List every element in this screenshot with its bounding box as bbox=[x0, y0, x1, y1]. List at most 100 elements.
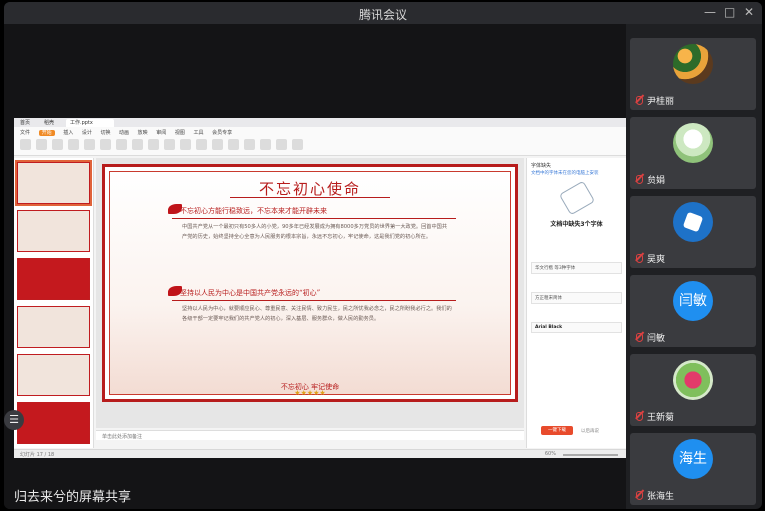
menu-slideshow[interactable]: 放映 bbox=[138, 130, 148, 136]
layout-icon[interactable] bbox=[100, 139, 111, 150]
participant-tile[interactable]: 尹桂丽 bbox=[630, 38, 756, 110]
shape-icon[interactable] bbox=[228, 139, 239, 150]
pen-icon bbox=[558, 180, 596, 216]
participant-tile[interactable]: 吴爽 bbox=[630, 196, 756, 268]
menu-icon[interactable]: ☰ bbox=[4, 410, 24, 430]
arrange-icon[interactable] bbox=[276, 139, 287, 150]
menu-animation[interactable]: 动画 bbox=[119, 130, 129, 136]
menu-view[interactable]: 视图 bbox=[175, 130, 185, 136]
align-left-icon[interactable] bbox=[180, 139, 191, 150]
align-right-icon[interactable] bbox=[212, 139, 223, 150]
participant-name-row: 王新菊 bbox=[636, 410, 674, 423]
underline-icon[interactable] bbox=[148, 139, 159, 150]
mic-muted-icon bbox=[636, 333, 643, 342]
find-icon[interactable] bbox=[292, 139, 303, 150]
maximize-icon[interactable]: □ bbox=[724, 5, 735, 19]
current-slide[interactable]: 不忘初心使命 不忘初心方能行稳致远，不忘本来才能开辟未来 中国共产党从一个最初只… bbox=[102, 164, 518, 402]
participant-name: 张海生 bbox=[647, 492, 675, 502]
close-icon[interactable]: ✕ bbox=[744, 5, 754, 19]
minimize-icon[interactable]: — bbox=[704, 5, 716, 19]
slide-heading: 不忘初心方能行稳致远，不忘本来才能开辟未来 bbox=[180, 207, 327, 215]
avatar: 闫敏 bbox=[673, 281, 713, 321]
participant-name: 吴爽 bbox=[647, 255, 666, 265]
screen-share-area: 首页 稻壳 工作.pptx 文件 开始 插入 设计 切换 动画 放映 审阅 视图… bbox=[4, 24, 626, 509]
zoom-level[interactable]: 60% bbox=[545, 451, 556, 457]
copy-icon[interactable] bbox=[52, 139, 63, 150]
slide-canvas: 不忘初心使命 不忘初心方能行稳致远，不忘本来才能开辟未来 中国共产党从一个最初只… bbox=[96, 158, 524, 428]
participant-name: 闫敏 bbox=[647, 334, 666, 344]
avatar bbox=[673, 44, 713, 84]
avatar bbox=[673, 360, 713, 400]
menu-tools[interactable]: 工具 bbox=[193, 130, 203, 136]
menu-design[interactable]: 设计 bbox=[82, 130, 92, 136]
menu-review[interactable]: 审阅 bbox=[156, 130, 166, 136]
paste-icon[interactable] bbox=[20, 139, 31, 150]
menu-insert[interactable]: 插入 bbox=[63, 130, 73, 136]
meeting-window: 腾讯会议 — □ ✕ 首页 稻壳 工作.pptx 文件 开始 插入 设计 切换 … bbox=[4, 2, 762, 509]
missing-fonts-count: 文档中缺失3个字体 bbox=[550, 221, 603, 228]
slide-heading: 坚持以人民为中心是中国共产党永远的“初心” bbox=[180, 289, 321, 297]
textbox-icon[interactable] bbox=[260, 139, 271, 150]
zoom-slider[interactable] bbox=[563, 454, 618, 456]
divider bbox=[230, 197, 390, 198]
menu-member[interactable]: 会员专享 bbox=[212, 130, 232, 136]
participant-tile[interactable]: 闫敏 闫敏 bbox=[630, 275, 756, 347]
wps-presentation-window: 首页 稻壳 工作.pptx 文件 开始 插入 设计 切换 动画 放映 审阅 视图… bbox=[14, 118, 626, 458]
share-caption: 归去来兮的屏幕共享 bbox=[14, 490, 132, 505]
slide-paragraph: 坚持以人民为中心，就要顺应民心、尊重民意、关注民情、致力民生，民之所忧我必念之，… bbox=[182, 306, 452, 322]
pane-subtitle: 文档中的字体未在您的电脑上安装 bbox=[531, 171, 599, 176]
participant-tile[interactable]: 贠娟 bbox=[630, 117, 756, 189]
font-card[interactable]: 方正粗宋简体 bbox=[531, 292, 622, 304]
slide-thumbnail-panel bbox=[14, 158, 94, 448]
mic-muted-icon bbox=[636, 412, 643, 421]
new-slide-icon[interactable] bbox=[84, 139, 95, 150]
menu-home[interactable]: 开始 bbox=[38, 130, 55, 136]
participant-tile[interactable]: 海生 张海生 bbox=[630, 433, 756, 505]
participant-tile[interactable]: 王新菊 bbox=[630, 354, 756, 426]
slide-title: 不忘初心使命 bbox=[258, 180, 361, 198]
avatar bbox=[673, 202, 713, 242]
tab-document[interactable]: 工作.pptx bbox=[66, 119, 114, 127]
download-fonts-button[interactable]: 一键下载 bbox=[541, 426, 573, 435]
window-title: 腾讯会议 bbox=[358, 8, 407, 22]
notes-field[interactable]: 单击此处添加备注 bbox=[96, 430, 524, 440]
participant-name: 贠娟 bbox=[647, 176, 666, 186]
font-card[interactable]: Arial Black bbox=[531, 322, 622, 333]
participant-name: 王新菊 bbox=[647, 413, 675, 423]
bold-icon[interactable] bbox=[116, 139, 127, 150]
tab-docer[interactable]: 稻壳 bbox=[40, 119, 58, 127]
align-center-icon[interactable] bbox=[196, 139, 207, 150]
slide-thumbnail[interactable] bbox=[17, 210, 90, 252]
font-missing-pane: 字体缺失 文档中的字体未在您的电脑上安装 文档中缺失3个字体 华文行楷 等3种字… bbox=[526, 158, 626, 448]
participant-name-row: 闫敏 bbox=[636, 331, 665, 344]
participant-name-row: 贠娟 bbox=[636, 173, 665, 186]
font-card[interactable]: 华文行楷 等3种字体 bbox=[531, 262, 622, 274]
participant-name-row: 张海生 bbox=[636, 489, 674, 502]
later-link[interactable]: 以后再说 bbox=[581, 428, 599, 434]
participant-list: 尹桂丽 贠娟 吴爽 闫敏 闫敏 王新菊 海生 张海生 bbox=[630, 38, 756, 509]
participant-name-row: 尹桂丽 bbox=[636, 94, 674, 107]
slide-thumbnail[interactable] bbox=[17, 306, 90, 348]
participant-name: 尹桂丽 bbox=[647, 97, 675, 107]
cut-icon[interactable] bbox=[36, 139, 47, 150]
slide-frame: 不忘初心使命 不忘初心方能行稳致远，不忘本来才能开辟未来 中国共产党从一个最初只… bbox=[109, 171, 511, 397]
slide-thumbnail[interactable] bbox=[17, 258, 90, 300]
font-color-icon[interactable] bbox=[164, 139, 175, 150]
status-bar: 幻灯片 17 / 18 60% bbox=[14, 449, 626, 458]
picture-icon[interactable] bbox=[244, 139, 255, 150]
wps-ribbon: 文件 开始 插入 设计 切换 动画 放映 审阅 视图 工具 会员专享 bbox=[14, 127, 626, 156]
italic-icon[interactable] bbox=[132, 139, 143, 150]
title-bar: 腾讯会议 — □ ✕ bbox=[4, 2, 762, 24]
divider bbox=[172, 300, 456, 301]
slide-thumbnail[interactable] bbox=[17, 354, 90, 396]
slide-thumbnail[interactable] bbox=[15, 160, 92, 206]
tab-home[interactable]: 首页 bbox=[16, 119, 34, 127]
format-painter-icon[interactable] bbox=[68, 139, 79, 150]
tool-row bbox=[20, 139, 620, 153]
avatar bbox=[673, 123, 713, 163]
wps-tab-bar: 首页 稻壳 工作.pptx bbox=[14, 118, 626, 127]
mic-muted-icon bbox=[636, 254, 643, 263]
slide-thumbnail[interactable] bbox=[17, 402, 90, 444]
menu-file[interactable]: 文件 bbox=[20, 130, 30, 136]
menu-transition[interactable]: 切换 bbox=[100, 130, 110, 136]
